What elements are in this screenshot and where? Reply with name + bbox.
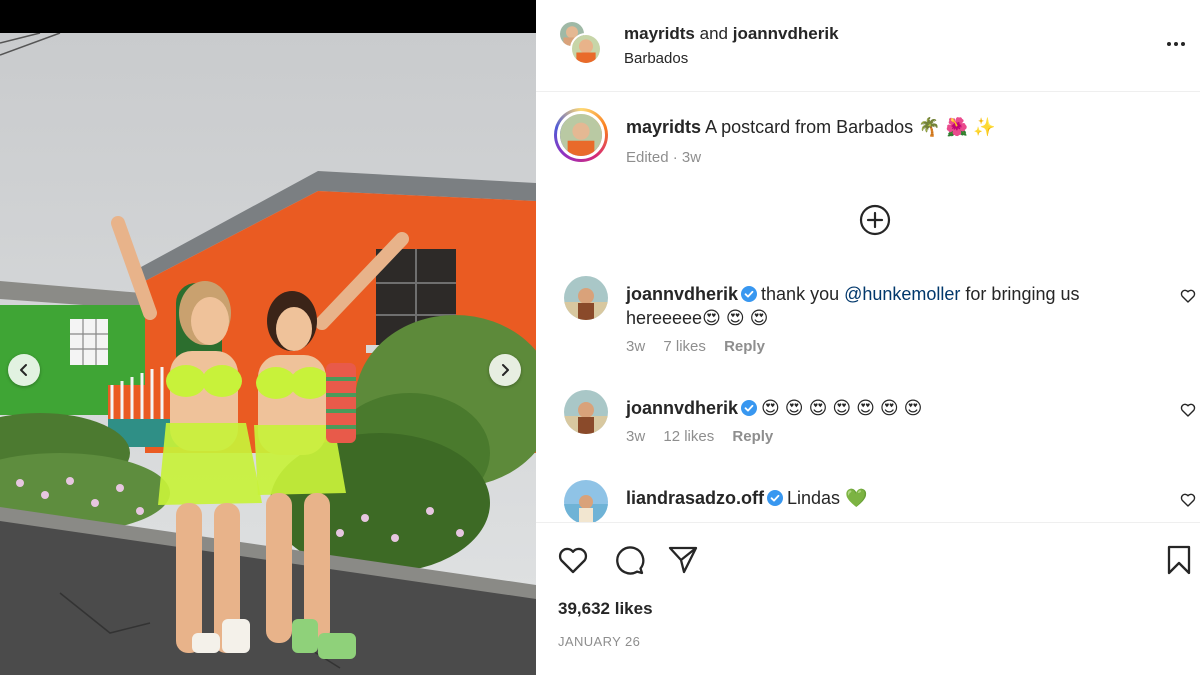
paper-plane-icon [668, 546, 698, 574]
bookmark-icon [1167, 545, 1191, 575]
previous-photo-button[interactable] [8, 354, 40, 386]
author-username[interactable]: mayridts [624, 24, 695, 43]
heart-icon [558, 547, 588, 574]
post-date[interactable]: JANUARY 26 [558, 634, 640, 649]
location-link[interactable]: Barbados [624, 50, 688, 67]
caption-text: A postcard from Barbados 🌴 🌺 ✨ [705, 117, 996, 137]
and-text: and [699, 24, 728, 43]
avatar[interactable] [554, 108, 608, 162]
post-header: mayridts and joannvdherik Barbados [536, 0, 1200, 92]
avatar[interactable] [564, 480, 608, 522]
post-details-panel: mayridts and joannvdherik Barbados mayri… [536, 0, 1200, 675]
coauthor-username[interactable]: joannvdherik [733, 24, 839, 43]
caption-username[interactable]: mayridts [626, 117, 701, 137]
verified-badge-icon [767, 490, 784, 506]
like-button[interactable] [556, 543, 590, 577]
comment-username[interactable]: liandrasadzo.off [626, 488, 764, 508]
mention-link[interactable]: @hunkemoller [844, 284, 960, 304]
comment-body: 😍 😍 😍 😍 😍 😍 😍 [761, 398, 923, 418]
comment-likes[interactable]: 12 likes [663, 428, 714, 445]
chevron-right-icon [502, 364, 509, 376]
heart-icon[interactable] [1180, 402, 1196, 418]
comment-bubble-icon [616, 546, 645, 575]
comment-username[interactable]: joannvdherik [626, 398, 738, 418]
chevron-left-icon [20, 364, 27, 376]
plus-circle-icon[interactable] [858, 203, 892, 237]
save-button[interactable] [1162, 543, 1196, 577]
reply-button[interactable]: Reply [724, 338, 765, 355]
comment-meta: 3w 7 likes Reply [626, 338, 779, 355]
comment-body: thank you [761, 284, 845, 304]
comment-text: liandrasadzo.off Lindas 💚 [626, 486, 1146, 510]
share-button[interactable] [666, 543, 700, 577]
verified-badge-icon [741, 400, 758, 416]
avatar[interactable] [570, 33, 602, 65]
comment-time[interactable]: 3w [626, 338, 645, 355]
post-actions: 39,632 likes JANUARY 26 [536, 522, 1200, 675]
post-photo [0, 33, 536, 675]
comment-text: joannvdherik 😍 😍 😍 😍 😍 😍 😍 [626, 396, 1146, 420]
comment-text: joannvdherik thank you @hunkemoller for b… [626, 282, 1146, 330]
next-photo-button[interactable] [489, 354, 521, 386]
verified-badge-icon [741, 286, 758, 302]
post-authors: mayridts and joannvdherik [624, 24, 839, 44]
comment-meta: 3w 12 likes Reply [626, 428, 787, 445]
more-options-icon[interactable] [1164, 34, 1188, 54]
likes-count[interactable]: 39,632 likes [558, 599, 653, 619]
comments-section: mayridts A postcard from Barbados 🌴 🌺 ✨ … [536, 92, 1200, 522]
heart-icon[interactable] [1180, 492, 1196, 508]
caption-meta: Edited · 3w [626, 149, 702, 166]
avatar[interactable] [564, 390, 608, 434]
avatar[interactable] [564, 276, 608, 320]
comment-likes[interactable]: 7 likes [663, 338, 706, 355]
post-caption: mayridts A postcard from Barbados 🌴 🌺 ✨ [626, 116, 1166, 138]
comment-username[interactable]: joannvdherik [626, 284, 738, 304]
heart-icon[interactable] [1180, 288, 1196, 304]
comment-body: Lindas 💚 [787, 488, 868, 508]
comment-time[interactable]: 3w [626, 428, 645, 445]
comment-button[interactable] [612, 543, 646, 577]
reply-button[interactable]: Reply [732, 428, 773, 445]
post-media [0, 0, 536, 675]
